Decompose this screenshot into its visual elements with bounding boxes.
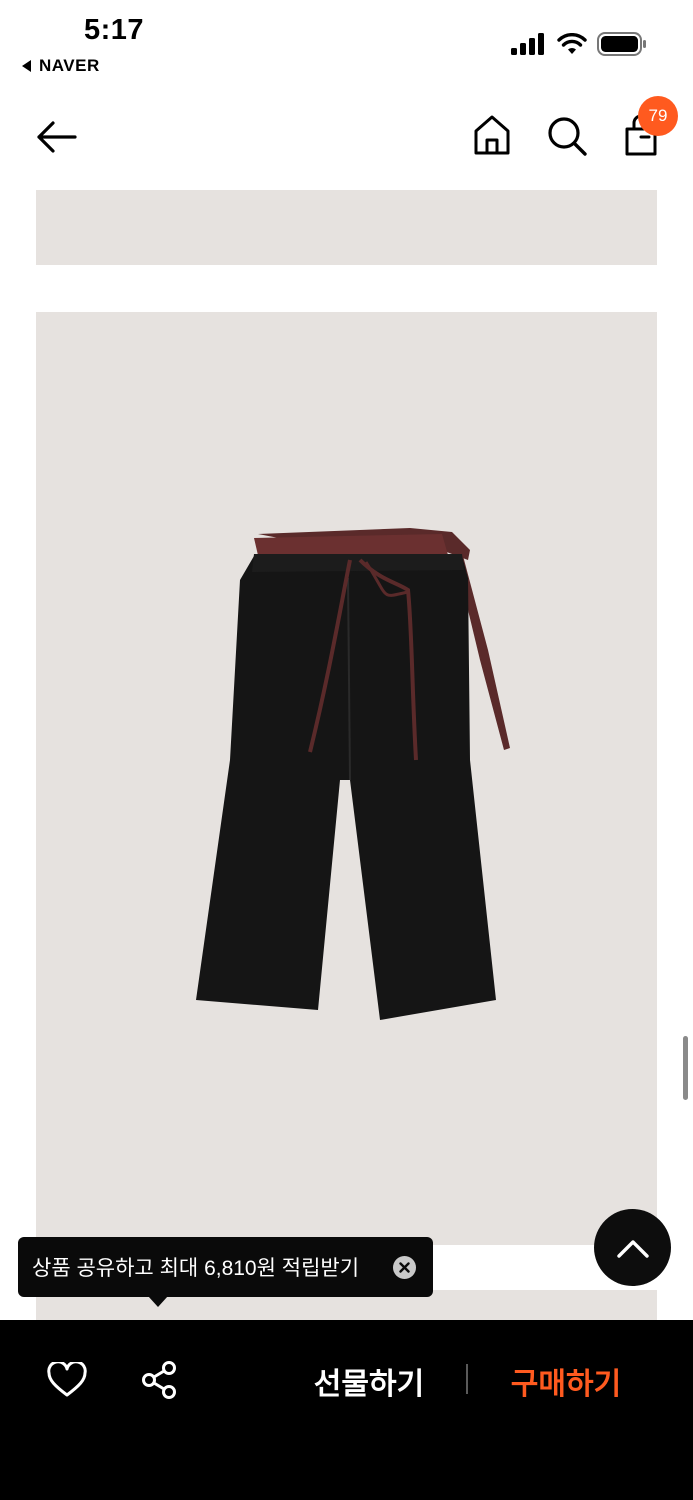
status-icons	[511, 32, 647, 56]
status-time: 5:17	[84, 14, 145, 46]
gift-button[interactable]: 선물하기	[300, 1358, 438, 1404]
chevron-up-icon	[616, 1239, 649, 1258]
cellular-signal-icon	[511, 33, 544, 55]
divider	[466, 1364, 468, 1394]
wifi-icon	[557, 33, 587, 54]
share-reward-toast[interactable]: 상품 공유하고 최대 6,810원 적립받기	[18, 1237, 433, 1297]
buy-button[interactable]: 구매하기	[497, 1358, 635, 1404]
status-bar: 5:17 NAVER	[0, 0, 693, 90]
back-arrow-icon[interactable]	[33, 117, 81, 157]
heart-icon[interactable]	[47, 1362, 87, 1398]
toast-close-button[interactable]	[393, 1256, 416, 1279]
share-icon[interactable]	[140, 1360, 178, 1400]
pants-icon	[196, 528, 510, 1020]
top-nav	[0, 95, 693, 180]
battery-icon	[597, 32, 646, 56]
home-icon[interactable]	[472, 113, 512, 157]
back-app-label: NAVER	[39, 56, 100, 75]
back-to-app-link[interactable]: NAVER	[22, 56, 100, 76]
toast-pointer	[148, 1296, 168, 1307]
scroll-to-top-button[interactable]	[594, 1209, 671, 1286]
close-icon	[399, 1262, 410, 1273]
cart-count-badge: 79	[638, 96, 678, 136]
toast-message: 상품 공유하고 최대 6,810원 적립받기	[32, 1257, 360, 1280]
search-icon[interactable]	[546, 115, 588, 157]
product-image-top	[36, 190, 657, 265]
back-triangle-icon	[22, 60, 31, 72]
scrollbar[interactable]	[683, 1036, 688, 1100]
bottom-action-bar: 선물하기 구매하기	[0, 1320, 693, 1500]
